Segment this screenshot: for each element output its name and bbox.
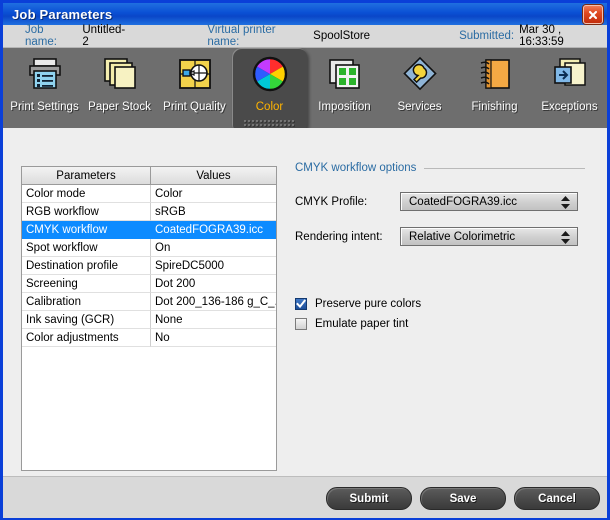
- color-wheel-icon: [252, 56, 287, 92]
- rendering-intent-label: Rendering intent:: [295, 230, 383, 243]
- virtual-printer-label: Virtual printer name:: [207, 24, 276, 48]
- parameters-table[interactable]: Parameters Values Color mode Color RGB w…: [21, 166, 277, 471]
- column-header-values: Values: [151, 167, 276, 185]
- print-quality-icon: [178, 59, 211, 89]
- group-header: CMYK workflow options: [295, 160, 589, 176]
- job-name-label: Job name:: [25, 24, 57, 48]
- exception-pages-icon: [553, 58, 586, 86]
- cmyk-profile-row: CMYK Profile: CoatedFOGRA39.icc: [295, 192, 589, 211]
- preserve-pure-colors-row[interactable]: Preserve pure colors: [295, 298, 589, 310]
- cell-parameter: Ink saving (GCR): [22, 311, 151, 329]
- cell-value: Dot 200_136-186 g_C_...: [151, 293, 276, 311]
- job-parameters-window: Job Parameters Job name: Untitled-2 Virt…: [0, 0, 610, 520]
- wrench-diamond-icon: [402, 56, 437, 91]
- cmyk-profile-value: CoatedFOGRA39.icc: [409, 195, 518, 208]
- emulate-paper-tint-row[interactable]: Emulate paper tint: [295, 318, 589, 330]
- table-header-row: Parameters Values: [22, 167, 276, 185]
- cell-parameter: CMYK workflow: [22, 221, 151, 239]
- checkmark-icon: [296, 299, 306, 309]
- cell-value: sRGB: [151, 203, 276, 221]
- tab-label: Print Quality: [163, 101, 226, 113]
- rendering-intent-value: Relative Colorimetric: [409, 230, 516, 243]
- cell-value: CoatedFOGRA39.icc: [151, 221, 276, 239]
- close-icon: [588, 10, 598, 19]
- spiral-book-icon: [480, 59, 510, 89]
- cell-parameter: Spot workflow: [22, 239, 151, 257]
- tab-print-settings[interactable]: Print Settings: [7, 48, 82, 128]
- cell-value: Dot 200: [151, 275, 276, 293]
- footer-bar: Submit Save Cancel: [3, 476, 607, 518]
- cell-parameter: Screening: [22, 275, 151, 293]
- table-row[interactable]: Ink saving (GCR) None: [22, 311, 276, 329]
- table-row-selected[interactable]: CMYK workflow CoatedFOGRA39.icc: [22, 221, 276, 239]
- title-bar: Job Parameters: [3, 3, 607, 25]
- tab-services[interactable]: Services: [382, 48, 457, 128]
- cell-value: On: [151, 239, 276, 257]
- spinner-arrows-icon[interactable]: [559, 193, 571, 212]
- table-row[interactable]: Spot workflow On: [22, 239, 276, 257]
- tab-label: Imposition: [318, 101, 371, 113]
- cell-value: None: [151, 311, 276, 329]
- submitted-label: Submitted:: [459, 30, 515, 42]
- checkbox-group: Preserve pure colors Emulate paper tint: [295, 298, 589, 330]
- close-button[interactable]: [583, 5, 603, 24]
- rendering-intent-dropdown[interactable]: Relative Colorimetric: [400, 227, 578, 246]
- table-row[interactable]: Color mode Color: [22, 185, 276, 203]
- tab-finishing[interactable]: Finishing: [457, 48, 532, 128]
- cell-parameter: Color adjustments: [22, 329, 151, 347]
- printer-icon: [28, 58, 61, 89]
- imposition-grid-icon: [328, 59, 360, 89]
- tab-label: Color: [255, 101, 284, 113]
- job-name-value: Untitled-2: [82, 24, 126, 48]
- cmyk-options-panel: CMYK workflow options CMYK Profile: Coat…: [295, 160, 589, 330]
- tab-exceptions[interactable]: Exceptions: [532, 48, 607, 128]
- cell-value: Color: [151, 185, 276, 203]
- paper-stack-icon: [103, 58, 136, 89]
- spinner-arrows-icon[interactable]: [559, 228, 571, 247]
- rendering-intent-row: Rendering intent: Relative Colorimetric: [295, 227, 589, 246]
- cell-parameter: Calibration: [22, 293, 151, 311]
- tab-label: Print Settings: [10, 101, 79, 113]
- preserve-pure-colors-checkbox[interactable]: [295, 298, 307, 310]
- cell-value: SpireDC5000: [151, 257, 276, 275]
- submit-button[interactable]: Submit: [326, 487, 412, 510]
- tab-label: Services: [397, 101, 442, 113]
- preserve-pure-colors-label: Preserve pure colors: [315, 298, 422, 310]
- window-title: Job Parameters: [12, 6, 113, 22]
- emulate-paper-tint-label: Emulate paper tint: [315, 318, 409, 330]
- virtual-printer-value: SpoolStore: [313, 30, 371, 42]
- column-header-parameters: Parameters: [22, 167, 151, 185]
- tab-color[interactable]: Color: [232, 48, 307, 133]
- group-divider: [424, 167, 585, 169]
- tab-print-quality[interactable]: Print Quality: [157, 48, 232, 128]
- table-row[interactable]: Calibration Dot 200_136-186 g_C_...: [22, 293, 276, 311]
- tab-label: Exceptions: [541, 101, 598, 113]
- cell-parameter: Color mode: [22, 185, 151, 203]
- cmyk-profile-label: CMYK Profile:: [295, 195, 368, 208]
- cell-parameter: RGB workflow: [22, 203, 151, 221]
- tab-paper-stock[interactable]: Paper Stock: [82, 48, 157, 128]
- category-tab-strip: Print Settings Paper Stock Print Quality: [3, 48, 607, 133]
- cancel-button[interactable]: Cancel: [514, 487, 600, 510]
- content-area: Parameters Values Color mode Color RGB w…: [3, 128, 607, 476]
- cell-parameter: Destination profile: [22, 257, 151, 275]
- tab-label: Paper Stock: [88, 101, 151, 113]
- tab-label: Finishing: [471, 101, 518, 113]
- submitted-value: Mar 30 , 16:33:59: [519, 24, 564, 48]
- tab-imposition[interactable]: Imposition: [307, 48, 382, 128]
- tab-grip-icon: [243, 120, 296, 128]
- table-row[interactable]: Destination profile SpireDC5000: [22, 257, 276, 275]
- group-title: CMYK workflow options: [295, 162, 417, 174]
- cell-value: No: [151, 329, 276, 347]
- table-row[interactable]: Color adjustments No: [22, 329, 276, 347]
- table-row[interactable]: RGB workflow sRGB: [22, 203, 276, 221]
- table-row[interactable]: Screening Dot 200: [22, 275, 276, 293]
- emulate-paper-tint-checkbox[interactable]: [295, 318, 307, 330]
- cmyk-profile-dropdown[interactable]: CoatedFOGRA39.icc: [400, 192, 578, 211]
- job-info-bar: Job name: Untitled-2 Virtual printer nam…: [3, 24, 607, 48]
- save-button[interactable]: Save: [420, 487, 506, 510]
